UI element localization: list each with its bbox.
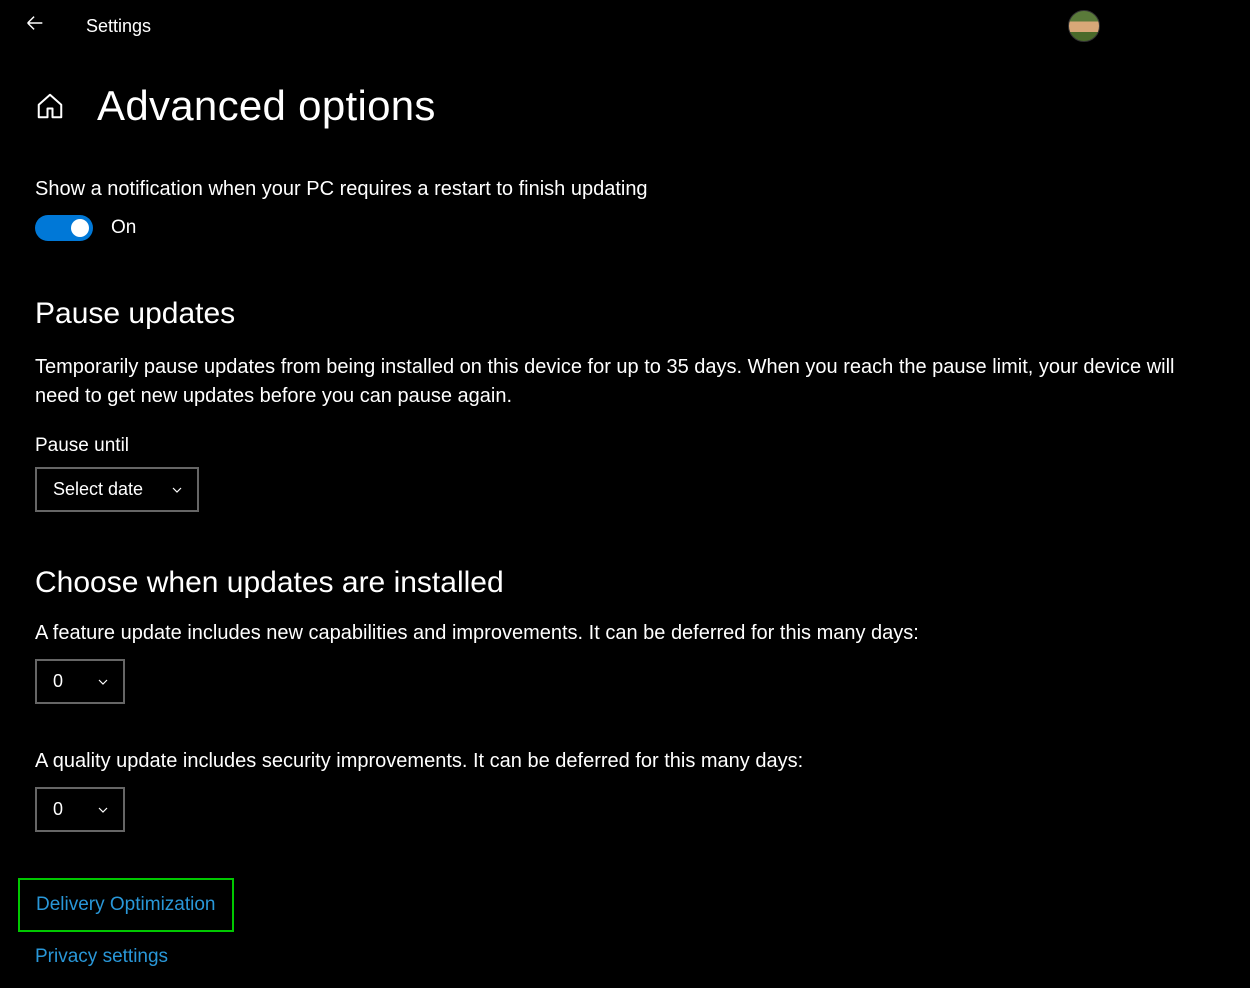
notification-toggle-state: On xyxy=(111,217,136,239)
choose-heading: Choose when updates are installed xyxy=(35,566,1215,600)
page-title: Advanced options xyxy=(97,82,436,130)
quality-defer-select[interactable]: 0 xyxy=(35,787,125,832)
pause-heading: Pause updates xyxy=(35,297,1215,331)
notification-label: Show a notification when your PC require… xyxy=(35,178,1215,201)
chevron-down-icon xyxy=(169,482,185,498)
delivery-optimization-highlight: Delivery Optimization xyxy=(18,878,234,932)
notification-toggle-row: On xyxy=(35,215,1215,241)
quality-defer-value: 0 xyxy=(53,799,63,820)
pause-date-value: Select date xyxy=(53,479,143,500)
user-avatar[interactable] xyxy=(1068,10,1100,42)
toggle-knob xyxy=(71,219,89,237)
chevron-down-icon xyxy=(95,802,111,818)
pause-until-label: Pause until xyxy=(35,435,1215,457)
privacy-settings-link[interactable]: Privacy settings xyxy=(35,946,168,967)
window-header: Settings xyxy=(0,0,1250,52)
pause-date-select[interactable]: Select date xyxy=(35,467,199,512)
header-title: Settings xyxy=(86,16,151,37)
feature-update-label: A feature update includes new capabiliti… xyxy=(35,622,1215,645)
content-area: Advanced options Show a notification whe… xyxy=(0,52,1250,988)
feature-defer-value: 0 xyxy=(53,671,63,692)
back-arrow-icon[interactable] xyxy=(24,12,46,40)
feature-defer-select[interactable]: 0 xyxy=(35,659,125,704)
notification-toggle[interactable] xyxy=(35,215,93,241)
home-icon[interactable] xyxy=(35,91,65,121)
delivery-optimization-link[interactable]: Delivery Optimization xyxy=(36,894,216,915)
title-row: Advanced options xyxy=(35,82,1215,130)
quality-update-label: A quality update includes security impro… xyxy=(35,750,1215,773)
pause-description: Temporarily pause updates from being ins… xyxy=(35,353,1215,411)
chevron-down-icon xyxy=(95,674,111,690)
